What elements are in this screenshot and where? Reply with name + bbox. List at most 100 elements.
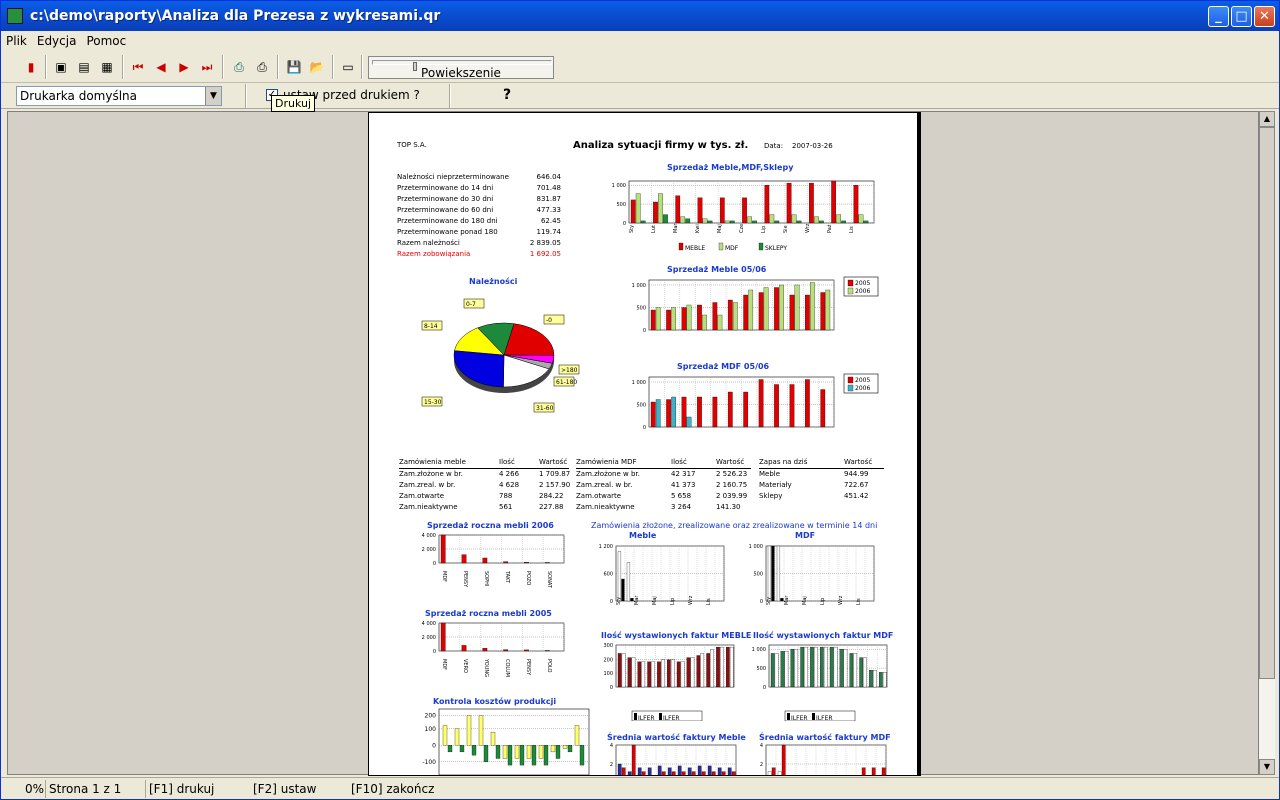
status-f1[interactable]: [F1] drukuj	[149, 782, 214, 796]
bar	[819, 220, 824, 224]
printer-select[interactable]: Drukarka domyślna ▼	[16, 86, 222, 106]
status-f2[interactable]: [F2] ustaw	[253, 782, 316, 796]
orders-meble-table-cell: 284.22	[539, 492, 564, 500]
help-icon[interactable]: ?	[503, 87, 511, 103]
date-label: Data:	[764, 142, 784, 150]
scroll-down-icon[interactable]: ▼	[1259, 759, 1275, 775]
full-page-icon[interactable]: ▦	[97, 57, 117, 77]
next-page-icon[interactable]: ▶	[174, 57, 194, 77]
menu-edycja[interactable]: Edycja	[32, 34, 82, 48]
maximize-button[interactable]: □	[1231, 6, 1252, 27]
bar	[550, 745, 556, 753]
minimize-button[interactable]: _	[1208, 6, 1229, 27]
bar	[838, 775, 841, 776]
bar	[574, 725, 580, 746]
first-page-icon[interactable]: ⏮	[128, 57, 148, 77]
bar	[858, 214, 864, 224]
orders-mdf-table-cell: 3 264	[671, 503, 692, 511]
bar	[482, 557, 488, 564]
category-label: PENSY	[525, 659, 531, 676]
last-page-icon[interactable]: ⏭	[197, 57, 217, 77]
tick-label: 300	[603, 643, 613, 649]
bar	[743, 391, 749, 428]
bar	[545, 562, 550, 564]
page-width-icon[interactable]: ▤	[74, 57, 94, 77]
bar	[478, 715, 484, 746]
orders-mdf-table-header: Wartość	[716, 458, 745, 466]
exit-icon[interactable]: ▮	[21, 57, 41, 77]
orders-meble-table-cell: Zam.zreal. w br.	[399, 481, 456, 489]
menu-pomoc[interactable]: Pomoc	[81, 34, 131, 48]
costs-chart: 200 100 0 -100	[422, 708, 590, 775]
legend-label: MEBLE	[685, 245, 705, 252]
scroll-up-icon[interactable]: ▲	[1259, 111, 1275, 127]
month-label: Lis	[856, 598, 862, 605]
bar	[791, 214, 797, 224]
bar	[681, 307, 687, 331]
costs-title: Kontrola kosztów produkcji	[433, 697, 557, 706]
stock-table-cell: 451.42	[844, 492, 869, 500]
bar	[700, 653, 705, 688]
title-bar[interactable]: c:\demo\raporty\Analiza dla Prezesa z wy…	[1, 1, 1279, 31]
annual05-chart: 0 2 000 4 000 MDF VERO YOUNG COLUM PENSY POLO	[422, 621, 565, 677]
export-icon[interactable]: ▭	[338, 57, 358, 77]
bar	[863, 657, 867, 688]
page-view-icon[interactable]: ▣	[51, 57, 71, 77]
print-icon[interactable]: ⎙	[252, 57, 272, 77]
bar	[697, 396, 702, 428]
bar	[666, 309, 671, 331]
chevron-down-icon[interactable]: ▼	[205, 87, 221, 105]
bar	[442, 725, 448, 746]
vertical-scrollbar[interactable]: ▲ ▼	[1259, 111, 1275, 775]
menu-plik[interactable]: Plik	[1, 34, 32, 48]
status-f10[interactable]: [F10] zakończ	[351, 782, 434, 796]
month-label: Mar	[673, 223, 679, 233]
bar	[637, 661, 642, 688]
tick-label: 1 000	[632, 283, 646, 289]
bar	[724, 220, 730, 224]
bar	[711, 771, 716, 775]
tick-label: 1 000	[749, 544, 763, 550]
bar	[701, 771, 706, 775]
bar	[863, 220, 869, 224]
tick-label: 500	[636, 403, 646, 409]
scroll-thumb[interactable]	[1259, 127, 1275, 679]
legend-label: SKLEPY	[765, 245, 787, 252]
zoom-track[interactable]	[372, 60, 552, 71]
legend-swatch	[718, 242, 724, 251]
bar	[655, 307, 661, 331]
bar	[727, 391, 733, 428]
bar	[794, 284, 800, 331]
category-label: TAKT	[504, 570, 510, 584]
bar	[720, 646, 724, 688]
tick-label: 2	[610, 762, 613, 768]
prev-page-icon[interactable]: ◀	[151, 57, 171, 77]
month-label: Lip	[670, 598, 676, 605]
receivable-label: Razem należności	[397, 239, 460, 247]
bar	[774, 220, 780, 224]
bar	[732, 302, 738, 331]
print-setup-icon[interactable]: ⎙	[229, 57, 249, 77]
legend-swatch	[634, 713, 637, 720]
month-label: Wrz	[838, 595, 844, 605]
close-button[interactable]: ✕	[1254, 6, 1275, 27]
month-label: Lip	[820, 598, 826, 605]
legend-label: 2005	[855, 280, 870, 287]
menu-bar: Plik Edycja Pomoc	[1, 31, 1279, 51]
receivable-label: Należności nieprzeterminowane	[397, 173, 509, 181]
orders-meble-table-header: Zamówienia meble	[399, 458, 466, 466]
bar	[641, 661, 646, 688]
save-icon[interactable]: 💾	[284, 57, 304, 77]
bar	[526, 745, 532, 759]
open-icon[interactable]: 📂	[307, 57, 327, 77]
bar	[686, 657, 691, 688]
bar	[820, 292, 826, 331]
report-preview-area[interactable]: TOP S.A. Analiza sytuacji firmy w tys. z…	[7, 111, 1259, 776]
orders-mdf-table-header: Zamówienia MDF	[576, 458, 637, 466]
bar	[836, 214, 842, 224]
zoom-slider[interactable]: Powiekszenie	[368, 56, 554, 80]
bar	[647, 661, 651, 688]
orders-meble-table-cell: 4 266	[499, 470, 520, 478]
tick-label: 2	[760, 762, 763, 768]
legend-label: ILFER	[791, 715, 808, 721]
